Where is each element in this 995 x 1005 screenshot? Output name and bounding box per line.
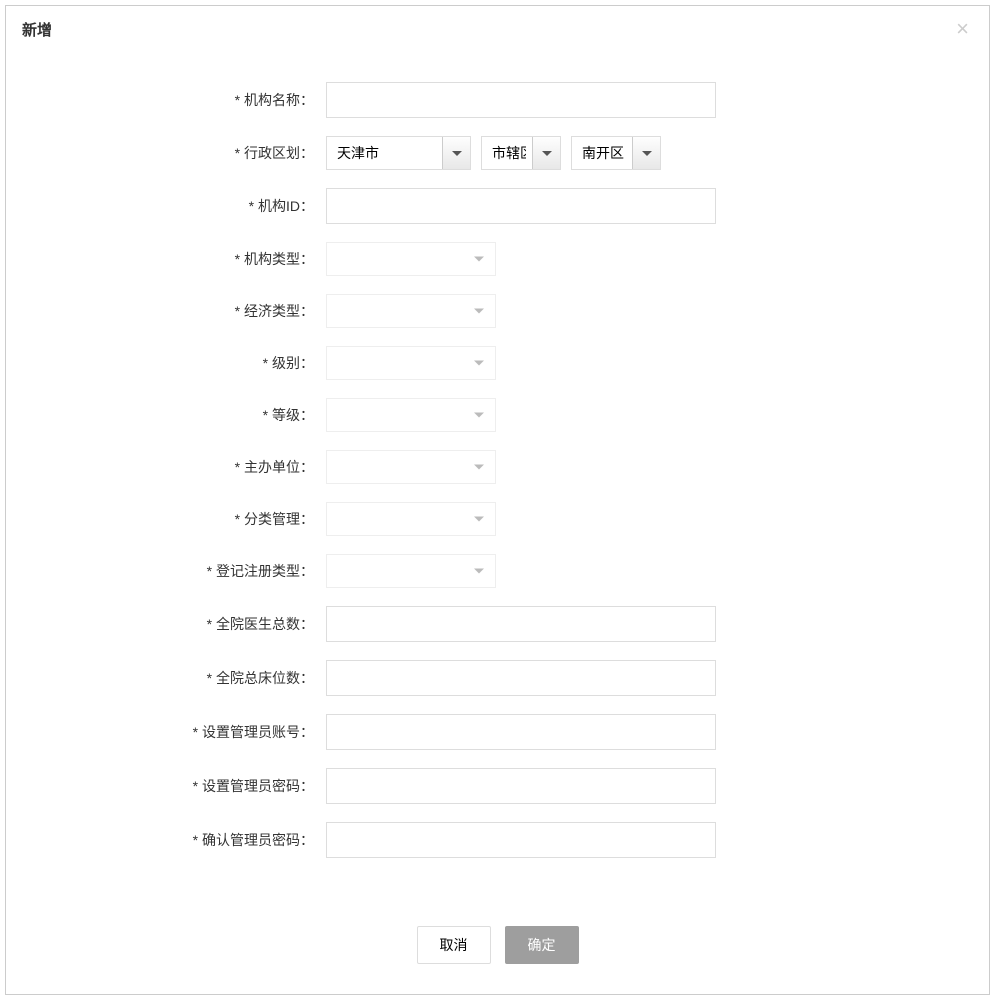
- select-org-type-wrap[interactable]: [326, 242, 496, 276]
- select-grade-wrap[interactable]: [326, 398, 496, 432]
- close-button[interactable]: ×: [952, 18, 973, 40]
- select-reg-type[interactable]: [326, 554, 496, 588]
- confirm-button[interactable]: 确定: [505, 926, 579, 964]
- input-admin-pwd[interactable]: [326, 768, 716, 804]
- select-reg-type-wrap[interactable]: [326, 554, 496, 588]
- row-host-unit: 主办单位：: [26, 450, 969, 484]
- select-district[interactable]: [571, 136, 661, 170]
- row-doctor-total: 全院医生总数：: [26, 606, 969, 642]
- label-host-unit: 主办单位：: [26, 457, 326, 477]
- select-city-wrap[interactable]: [481, 136, 561, 170]
- row-admin-pwd-confirm: 确认管理员密码：: [26, 822, 969, 858]
- input-doctor-total[interactable]: [326, 606, 716, 642]
- label-org-type: 机构类型：: [26, 249, 326, 269]
- select-econ-type-wrap[interactable]: [326, 294, 496, 328]
- input-org-id[interactable]: [326, 188, 716, 224]
- label-classify-mgmt: 分类管理：: [26, 509, 326, 529]
- select-econ-type[interactable]: [326, 294, 496, 328]
- select-classify-mgmt-wrap[interactable]: [326, 502, 496, 536]
- row-grade: 等级：: [26, 398, 969, 432]
- org-add-modal: 新增 × 机构名称： 行政区划：: [5, 5, 990, 995]
- label-doctor-total: 全院医生总数：: [26, 614, 326, 634]
- label-admin-account: 设置管理员账号：: [26, 722, 326, 742]
- input-bed-total[interactable]: [326, 660, 716, 696]
- modal-title: 新增: [22, 19, 52, 40]
- select-classify-mgmt[interactable]: [326, 502, 496, 536]
- input-admin-pwd-confirm[interactable]: [326, 822, 716, 858]
- row-org-id: 机构ID：: [26, 188, 969, 224]
- row-admin-account: 设置管理员账号：: [26, 714, 969, 750]
- modal-footer: 取消 确定: [6, 902, 989, 994]
- select-level[interactable]: [326, 346, 496, 380]
- select-level-wrap[interactable]: [326, 346, 496, 380]
- label-bed-total: 全院总床位数：: [26, 668, 326, 688]
- label-level: 级别：: [26, 353, 326, 373]
- row-econ-type: 经济类型：: [26, 294, 969, 328]
- label-reg-type: 登记注册类型：: [26, 561, 326, 581]
- row-reg-type: 登记注册类型：: [26, 554, 969, 588]
- select-org-type[interactable]: [326, 242, 496, 276]
- select-province-wrap[interactable]: [326, 136, 471, 170]
- select-province[interactable]: [326, 136, 471, 170]
- label-econ-type: 经济类型：: [26, 301, 326, 321]
- input-admin-account[interactable]: [326, 714, 716, 750]
- label-region: 行政区划：: [26, 143, 326, 163]
- row-admin-pwd: 设置管理员密码：: [26, 768, 969, 804]
- select-host-unit-wrap[interactable]: [326, 450, 496, 484]
- label-org-id: 机构ID：: [26, 196, 326, 216]
- label-org-name: 机构名称：: [26, 90, 326, 110]
- cancel-button[interactable]: 取消: [417, 926, 491, 964]
- row-region: 行政区划：: [26, 136, 969, 170]
- label-admin-pwd-confirm: 确认管理员密码：: [26, 830, 326, 850]
- row-level: 级别：: [26, 346, 969, 380]
- label-grade: 等级：: [26, 405, 326, 425]
- input-org-name[interactable]: [326, 82, 716, 118]
- label-admin-pwd: 设置管理员密码：: [26, 776, 326, 796]
- row-bed-total: 全院总床位数：: [26, 660, 969, 696]
- select-district-wrap[interactable]: [571, 136, 661, 170]
- row-classify-mgmt: 分类管理：: [26, 502, 969, 536]
- modal-body: 机构名称： 行政区划：: [6, 52, 989, 902]
- modal-header: 新增 ×: [6, 6, 989, 52]
- row-org-type: 机构类型：: [26, 242, 969, 276]
- select-grade[interactable]: [326, 398, 496, 432]
- row-org-name: 机构名称：: [26, 82, 969, 118]
- select-host-unit[interactable]: [326, 450, 496, 484]
- select-city[interactable]: [481, 136, 561, 170]
